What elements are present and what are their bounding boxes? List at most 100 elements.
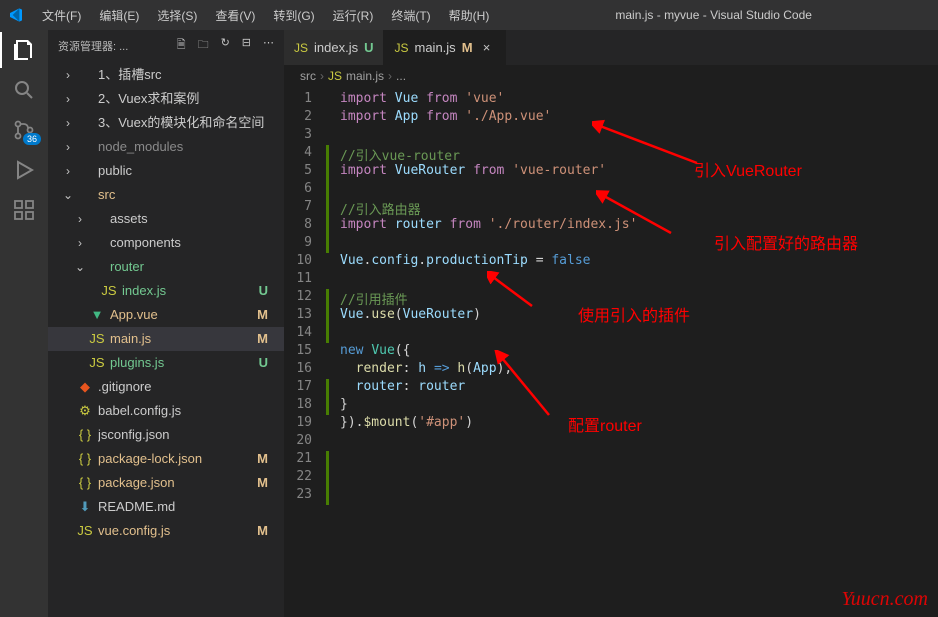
menu-run[interactable]: 运行(R) xyxy=(325,3,382,28)
code-line[interactable]: 3 xyxy=(284,127,340,142)
code-line[interactable]: 19}).$mount('#app') xyxy=(284,415,473,430)
run-debug-icon[interactable] xyxy=(12,158,36,182)
code-editor[interactable]: 1import Vue from 'vue' 2import App from '… xyxy=(284,87,938,617)
file-icon: ▼ xyxy=(88,304,106,326)
close-icon[interactable]: × xyxy=(479,40,495,55)
file-tree[interactable]: ›1、插槽src›2、Vuex求和案例›3、Vuex的模块化和命名空间›node… xyxy=(48,61,284,617)
code-line[interactable]: 13Vue.use(VueRouter) xyxy=(284,307,481,322)
refresh-icon[interactable]: ↻ xyxy=(221,36,230,55)
tree-item[interactable]: JSvue.config.jsM xyxy=(48,519,284,543)
editor-tab[interactable]: JSindex.jsU xyxy=(284,30,384,65)
tree-item[interactable]: ›3、Vuex的模块化和命名空间 xyxy=(48,111,284,135)
menu-go[interactable]: 转到(G) xyxy=(265,3,322,28)
code-line[interactable]: 6 xyxy=(284,181,340,196)
line-number: 6 xyxy=(284,181,324,196)
line-number: 13 xyxy=(284,307,324,322)
tree-label: package-lock.json xyxy=(98,448,257,470)
breadcrumb-item[interactable]: ... xyxy=(396,69,406,83)
code-line[interactable]: 21 xyxy=(284,451,340,466)
breadcrumb[interactable]: src › JS main.js › ... xyxy=(284,65,938,87)
code-line[interactable]: 4//引入vue-router xyxy=(284,145,460,164)
chevron-icon: › xyxy=(72,232,88,254)
file-status: M xyxy=(257,304,276,326)
tree-item[interactable]: ⌄ router xyxy=(48,255,284,279)
tree-item[interactable]: ⌄src xyxy=(48,183,284,207)
line-number: 1 xyxy=(284,91,324,106)
line-number: 10 xyxy=(284,253,324,268)
file-icon: JS xyxy=(76,520,94,542)
tree-item[interactable]: JSmain.jsM xyxy=(48,327,284,351)
code-line[interactable]: 22 xyxy=(284,469,340,484)
tree-item[interactable]: { }package.jsonM xyxy=(48,471,284,495)
tree-item[interactable]: ›2、Vuex求和案例 xyxy=(48,87,284,111)
gutter-modified-indicator xyxy=(326,397,329,415)
menu-file[interactable]: 文件(F) xyxy=(34,3,89,28)
tab-status: U xyxy=(364,40,373,55)
line-number: 16 xyxy=(284,361,324,376)
search-icon[interactable] xyxy=(12,78,36,102)
tree-item[interactable]: { }jsconfig.json xyxy=(48,423,284,447)
more-icon[interactable]: ⋯ xyxy=(263,36,274,55)
code-line[interactable]: 10Vue.config.productionTip = false xyxy=(284,253,590,268)
menu-help[interactable]: 帮助(H) xyxy=(441,3,498,28)
file-status: M xyxy=(257,328,276,350)
code-line[interactable]: 7//引入路由器 xyxy=(284,199,421,218)
gutter-modified-indicator xyxy=(326,145,329,163)
tree-item[interactable]: JSindex.jsU xyxy=(48,279,284,303)
tree-item[interactable]: ›1、插槽src xyxy=(48,63,284,87)
activity-bar: 36 xyxy=(0,30,48,617)
gutter-modified-indicator xyxy=(326,451,329,469)
breadcrumb-item[interactable]: src xyxy=(300,69,316,83)
tree-item[interactable]: ›public xyxy=(48,159,284,183)
chevron-icon: ⌄ xyxy=(60,184,76,206)
editor-tab[interactable]: JSmain.jsM× xyxy=(384,30,505,65)
code-line[interactable]: 11 xyxy=(284,271,340,286)
new-folder-icon[interactable]: 🗀 xyxy=(198,36,209,55)
code-line[interactable]: 12//引用插件 xyxy=(284,289,408,308)
breadcrumb-item[interactable]: main.js xyxy=(346,69,384,83)
menu-view[interactable]: 查看(V) xyxy=(207,3,263,28)
file-icon: { } xyxy=(76,472,94,494)
tree-label: 2、Vuex求和案例 xyxy=(98,88,268,110)
tree-label: index.js xyxy=(122,280,259,302)
tree-item[interactable]: ⚙babel.config.js xyxy=(48,399,284,423)
code-line[interactable]: 9 xyxy=(284,235,340,250)
tree-item[interactable]: JSplugins.jsU xyxy=(48,351,284,375)
chevron-icon: ⌄ xyxy=(72,256,88,278)
explorer-icon[interactable] xyxy=(12,38,36,62)
line-number: 5 xyxy=(284,163,324,178)
menu-terminal[interactable]: 终端(T) xyxy=(383,3,438,28)
code-line[interactable]: 17 router: router xyxy=(284,379,465,394)
code-line[interactable]: 16 render: h => h(App), xyxy=(284,361,512,376)
menu-selection[interactable]: 选择(S) xyxy=(149,3,205,28)
code-line[interactable]: 8import router from './router/index.js' xyxy=(284,217,637,232)
file-status: M xyxy=(257,520,276,542)
extensions-icon[interactable] xyxy=(12,198,36,222)
tree-item[interactable]: ▼App.vueM xyxy=(48,303,284,327)
code-line[interactable]: 18} xyxy=(284,397,348,412)
line-number: 3 xyxy=(284,127,324,142)
gutter-modified-indicator xyxy=(326,181,329,199)
code-line[interactable]: 23 xyxy=(284,487,340,502)
menu-edit[interactable]: 编辑(E) xyxy=(91,3,147,28)
titlebar: 文件(F) 编辑(E) 选择(S) 查看(V) 转到(G) 运行(R) 终端(T… xyxy=(0,0,938,30)
new-file-icon[interactable]: 🗎 xyxy=(177,36,186,55)
code-line[interactable]: 1import Vue from 'vue' xyxy=(284,91,504,106)
code-line[interactable]: 5import VueRouter from 'vue-router' xyxy=(284,163,606,178)
code-line[interactable]: 14 xyxy=(284,325,340,340)
line-number: 2 xyxy=(284,109,324,124)
file-status: M xyxy=(257,448,276,470)
tree-item[interactable]: ›assets xyxy=(48,207,284,231)
tree-label: router xyxy=(110,256,268,278)
tree-item[interactable]: ⬇README.md xyxy=(48,495,284,519)
tree-item[interactable]: { }package-lock.jsonM xyxy=(48,447,284,471)
code-line[interactable]: 20 xyxy=(284,433,340,448)
source-control-icon[interactable]: 36 xyxy=(12,118,36,142)
collapse-icon[interactable]: ⊟ xyxy=(242,36,251,55)
code-line[interactable]: 2import App from './App.vue' xyxy=(284,109,551,124)
tree-item[interactable]: ›node_modules xyxy=(48,135,284,159)
sidebar-title: 资源管理器: ... xyxy=(58,38,177,54)
tree-item[interactable]: ◆.gitignore xyxy=(48,375,284,399)
tree-item[interactable]: ›components xyxy=(48,231,284,255)
code-line[interactable]: 15new Vue({ xyxy=(284,343,410,358)
